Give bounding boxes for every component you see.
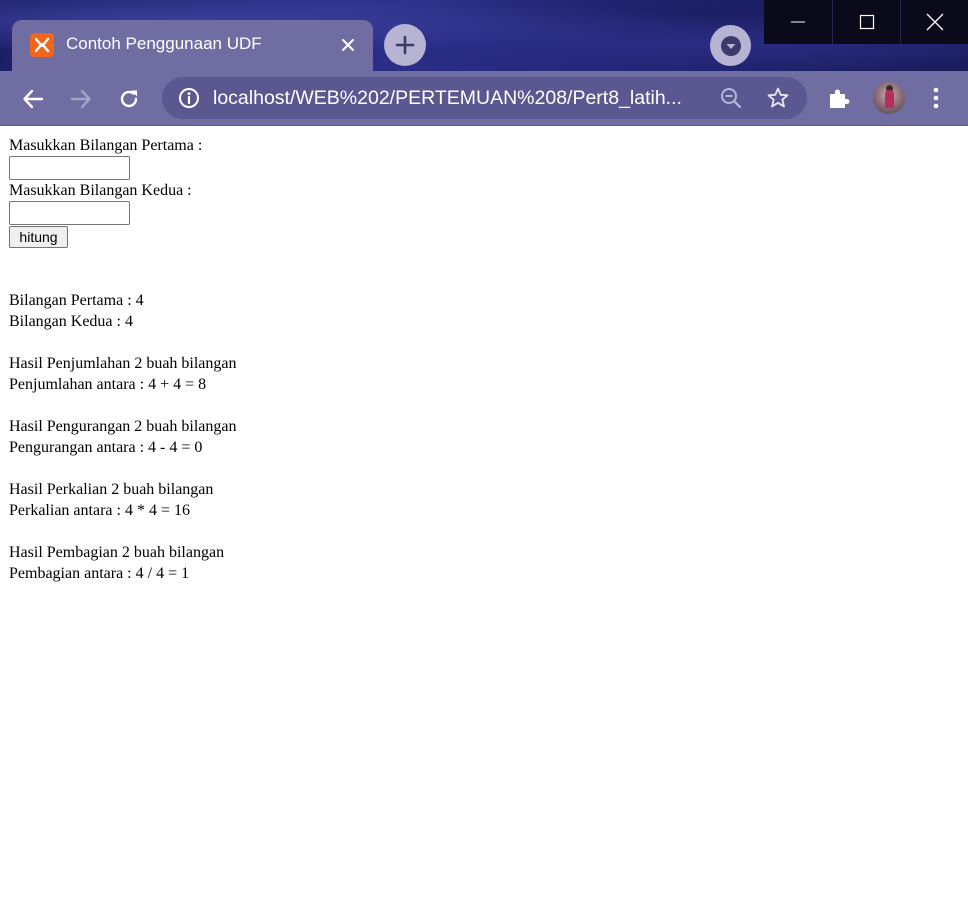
browser-toolbar: localhost/WEB%202/PERTEMUAN%208/Pert8_la… bbox=[0, 71, 968, 126]
zoom-out-icon[interactable] bbox=[720, 87, 742, 114]
subtraction-result: Pengurangan antara : 4 - 4 = 0 bbox=[9, 439, 203, 456]
maximize-icon bbox=[859, 14, 874, 30]
first-number-result: Bilangan Pertama : 4 bbox=[9, 292, 144, 309]
second-number-result: Bilangan Kedua : 4 bbox=[9, 313, 133, 330]
page-content: Masukkan Bilangan Pertama : Masukkan Bil… bbox=[9, 135, 949, 584]
arrow-right-icon bbox=[70, 89, 91, 109]
subtraction-title: Hasil Pengurangan 2 buah bilangan bbox=[9, 418, 237, 435]
address-bar[interactable]: localhost/WEB%202/PERTEMUAN%208/Pert8_la… bbox=[162, 77, 807, 119]
tab-search-button[interactable] bbox=[710, 25, 751, 66]
new-tab-button[interactable] bbox=[384, 24, 426, 66]
title-bar: Contoh Penggunaan UDF bbox=[0, 0, 968, 71]
sum-result: Penjumlahan antara : 4 + 4 = 8 bbox=[9, 376, 207, 393]
info-icon[interactable] bbox=[178, 87, 200, 114]
close-window-button[interactable] bbox=[900, 0, 968, 44]
division-title: Hasil Pembagian 2 buah bilangan bbox=[9, 544, 225, 561]
minimize-button[interactable] bbox=[764, 0, 832, 44]
profile-avatar[interactable] bbox=[873, 82, 905, 114]
first-number-input[interactable] bbox=[9, 156, 130, 180]
arrow-left-icon bbox=[23, 89, 44, 109]
plus-icon bbox=[395, 35, 415, 55]
first-number-label: Masukkan Bilangan Pertama : bbox=[9, 137, 203, 154]
multiplication-title: Hasil Perkalian 2 buah bilangan bbox=[9, 481, 214, 498]
extensions-puzzle-icon[interactable] bbox=[826, 85, 852, 116]
division-result: Pembagian antara : 4 / 4 = 1 bbox=[9, 565, 190, 582]
tab-title: Contoh Penggunaan UDF bbox=[66, 34, 262, 53]
reload-icon bbox=[120, 90, 138, 108]
kebab-menu-icon[interactable] bbox=[926, 85, 946, 111]
second-number-input[interactable] bbox=[9, 201, 130, 225]
minimize-icon bbox=[791, 21, 805, 23]
close-icon bbox=[926, 13, 943, 31]
bookmark-star-icon[interactable] bbox=[766, 86, 790, 115]
forward-button[interactable] bbox=[65, 83, 97, 115]
chevron-down-circle-icon bbox=[720, 35, 741, 56]
second-number-label: Masukkan Bilangan Kedua : bbox=[9, 182, 192, 199]
xampp-favicon-icon bbox=[30, 33, 54, 57]
maximize-button[interactable] bbox=[832, 0, 900, 44]
browser-tab[interactable]: Contoh Penggunaan UDF bbox=[12, 20, 373, 71]
back-button[interactable] bbox=[17, 83, 49, 115]
window-controls bbox=[764, 0, 968, 44]
url-text[interactable]: localhost/WEB%202/PERTEMUAN%208/Pert8_la… bbox=[213, 87, 698, 110]
sum-title: Hasil Penjumlahan 2 buah bilangan bbox=[9, 355, 237, 372]
hitung-button[interactable]: hitung bbox=[9, 226, 68, 248]
multiplication-result: Perkalian antara : 4 * 4 = 16 bbox=[9, 502, 190, 519]
reload-button[interactable] bbox=[113, 83, 145, 115]
tab-close-icon[interactable] bbox=[337, 34, 359, 56]
